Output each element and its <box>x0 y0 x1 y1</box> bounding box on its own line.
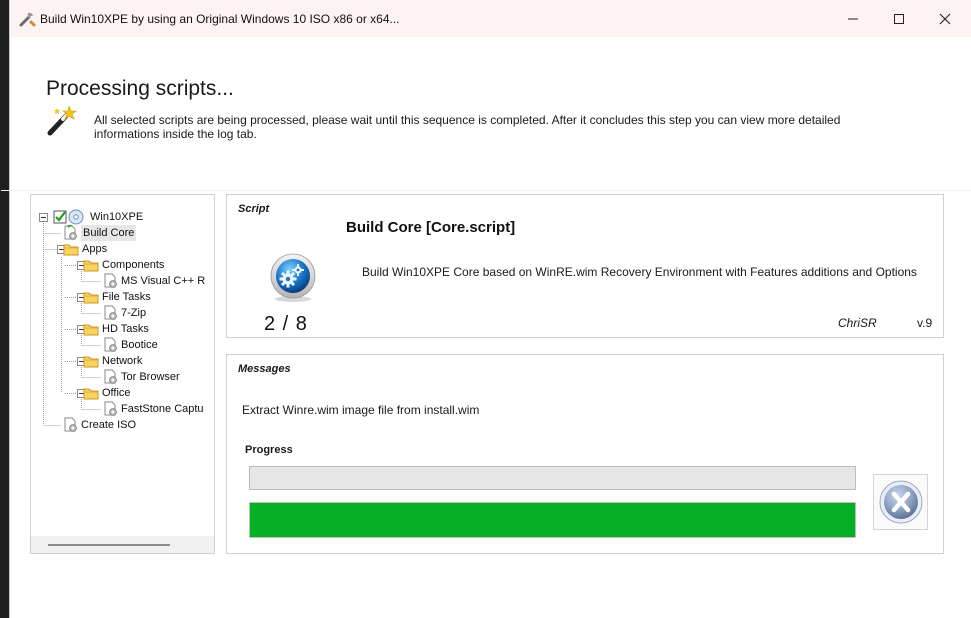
page-title: Processing scripts... <box>46 77 234 100</box>
messages-section-label: Messages <box>238 363 291 375</box>
script-tree[interactable]: Win10XPE Build Core Apps Components MS Visu… <box>30 194 215 554</box>
script-version: v.9 <box>917 316 933 330</box>
tree-item-label: MS Visual C++ R <box>121 275 206 287</box>
script-file-icon <box>104 337 117 352</box>
magic-wand-icon <box>47 104 77 136</box>
minimize-icon <box>848 18 858 19</box>
tree-root-label: Win10XPE <box>90 211 144 223</box>
folder-icon <box>83 324 99 336</box>
script-progress-bar <box>249 466 856 490</box>
tree-item-label: FastStone Captu <box>121 403 204 415</box>
cancel-button[interactable] <box>873 474 928 530</box>
progress-label: Progress <box>245 444 293 456</box>
tree-item-label: Tor Browser <box>121 371 180 383</box>
header-description: All selected scripts are being processed… <box>94 113 841 141</box>
script-file-icon <box>104 305 117 320</box>
script-file-icon <box>104 369 117 384</box>
maximize-icon <box>894 13 904 24</box>
step-counter: 2 / 8 <box>264 313 308 335</box>
script-file-icon <box>104 401 117 416</box>
script-description: Build Win10XPE Core based on WinRE.wim R… <box>362 265 917 279</box>
maximize-button[interactable] <box>876 0 922 37</box>
gear-icon <box>270 253 316 302</box>
close-icon <box>939 13 951 24</box>
tree-item-label: File Tasks <box>102 291 151 303</box>
folder-icon <box>83 388 99 400</box>
overall-progress-bar <box>249 502 856 538</box>
tree-item-label: Bootice <box>121 339 158 351</box>
folder-icon <box>63 244 79 256</box>
tree-item-label: Network <box>102 355 143 367</box>
tree-item-label: Build Core <box>81 225 137 241</box>
folder-icon <box>83 292 99 304</box>
script-author: ChriSR <box>838 316 877 330</box>
overall-progress-fill <box>250 503 855 537</box>
tree-item-label: Office <box>102 387 131 399</box>
checkbox-checked-icon <box>53 210 67 224</box>
script-file-icon <box>64 225 77 240</box>
script-file-icon <box>64 417 77 432</box>
tree-item-label: Apps <box>82 243 108 255</box>
tree-item-label: 7-Zip <box>121 307 147 319</box>
folder-icon <box>83 356 99 368</box>
tree-item-label: HD Tasks <box>102 323 149 335</box>
messages-panel: Messages Extract Winre.wim image file fr… <box>226 354 944 554</box>
minimize-button[interactable] <box>830 0 876 37</box>
script-panel: Script Build Core [Core.script] Build Wi… <box>226 194 944 338</box>
disc-icon <box>68 209 84 225</box>
script-name: Build Core [Core.script] <box>346 219 516 236</box>
title-bar: Build Win10XPE by using an Original Wind… <box>10 0 971 37</box>
horizontal-scrollbar[interactable] <box>31 536 214 553</box>
main-window: Build Win10XPE by using an Original Wind… <box>1 0 971 618</box>
cancel-x-icon <box>879 480 922 524</box>
close-button[interactable] <box>922 0 968 37</box>
scrollbar-thumb[interactable] <box>48 544 170 546</box>
window-title: Build Win10XPE by using an Original Wind… <box>40 12 400 26</box>
script-section-label: Script <box>238 203 270 215</box>
tree-item-label: Create ISO <box>81 419 137 431</box>
script-file-icon <box>104 273 117 288</box>
header-divider <box>1 190 971 191</box>
folder-icon <box>83 260 99 272</box>
message-text: Extract Winre.wim image file from instal… <box>242 403 480 417</box>
wrench-icon <box>19 12 36 27</box>
tree-item-label: Components <box>102 259 165 271</box>
